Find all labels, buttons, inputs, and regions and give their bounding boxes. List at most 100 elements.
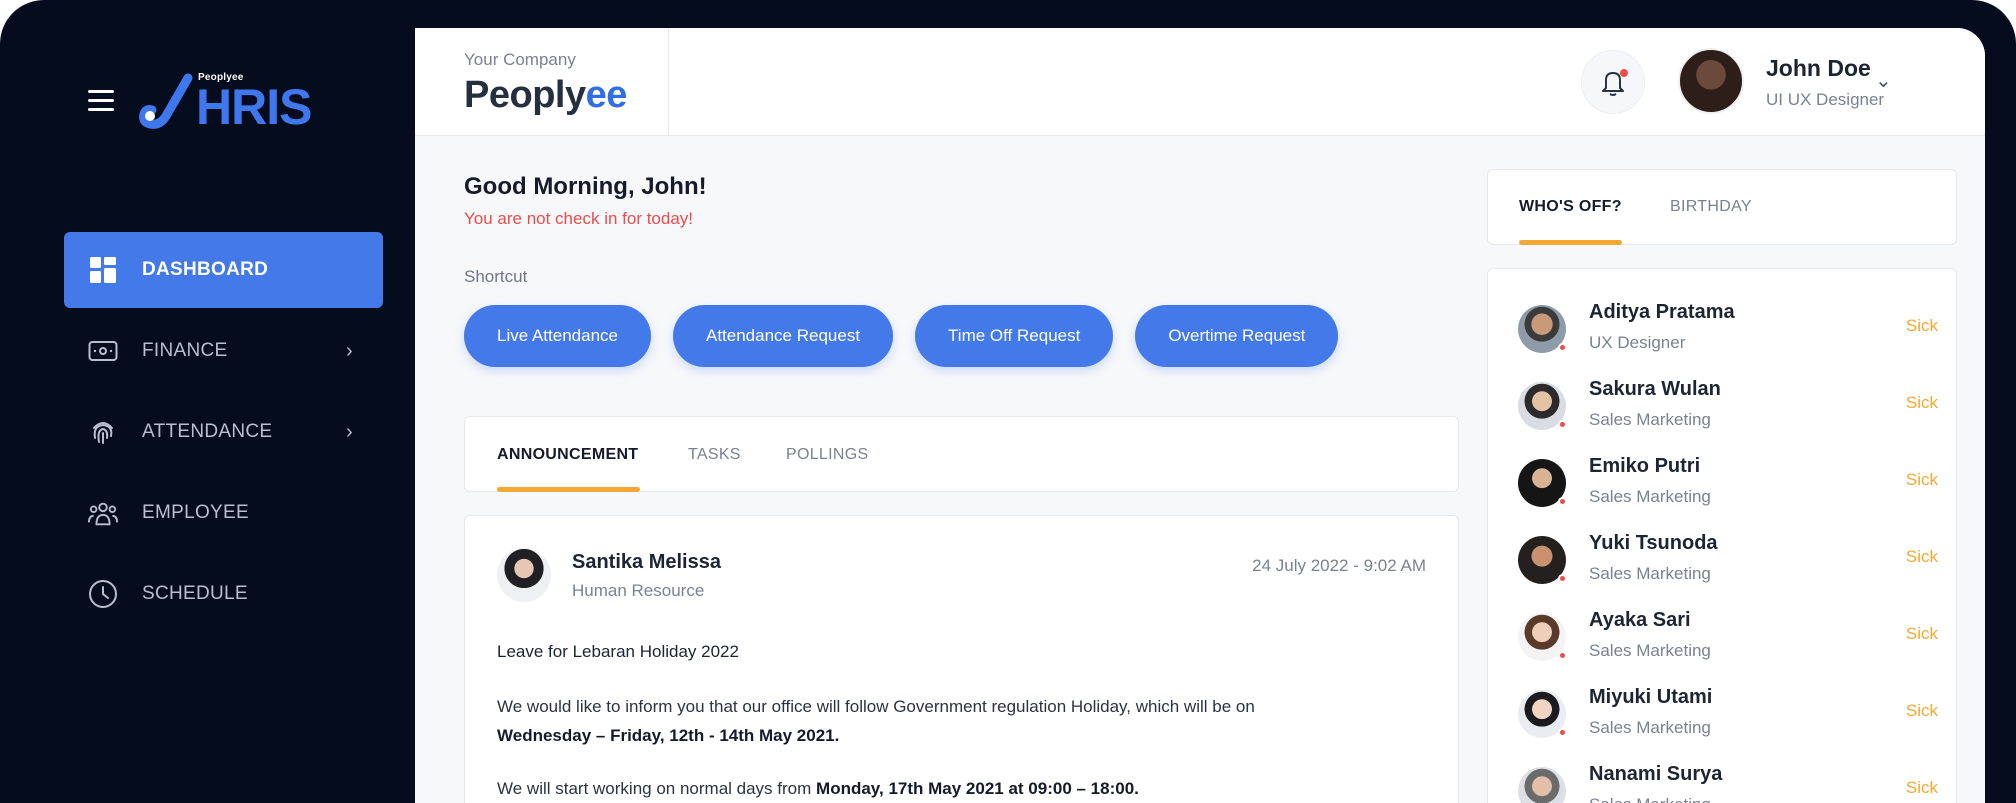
- company-name: Peoplyee: [464, 74, 627, 117]
- status-badge: Sick: [1905, 547, 1938, 566]
- sidebar-item-attendance[interactable]: ATTENDANCE ›: [64, 394, 383, 470]
- employee-role: Sales Marketing: [1589, 718, 1711, 737]
- sidebar-item-label: SCHEDULE: [142, 583, 248, 604]
- company-subtitle: Your Company: [464, 50, 576, 69]
- employee-role: Sales Marketing: [1589, 410, 1711, 429]
- list-item[interactable]: Emiko Putri Sales Marketing Sick: [1518, 455, 1938, 525]
- status-badge: Sick: [1905, 470, 1938, 489]
- live-attendance-button[interactable]: Live Attendance: [464, 305, 651, 367]
- post-title: Leave for Lebaran Holiday 2022: [497, 642, 739, 661]
- status-dot: [1558, 420, 1567, 429]
- chevron-down-icon[interactable]: ⌄: [1875, 68, 1892, 93]
- chevron-right-icon: ›: [346, 421, 353, 443]
- shortcut-title: Shortcut: [464, 267, 528, 286]
- sidebar-item-schedule[interactable]: SCHEDULE: [64, 556, 383, 632]
- list-item[interactable]: Yuki Tsunoda Sales Marketing Sick: [1518, 532, 1938, 602]
- employee-name: Miyuki Utami: [1589, 686, 1713, 708]
- status-badge: Sick: [1905, 624, 1938, 643]
- tab-tasks[interactable]: TASKS: [688, 446, 741, 464]
- checkin-warning: You are not check in for today!: [464, 209, 694, 228]
- content-tabs: ANNOUNCEMENT TASKS POLLINGS: [464, 416, 1459, 492]
- avatar: [1518, 767, 1566, 803]
- post-department: Human Resource: [572, 581, 705, 600]
- post-paragraph: We would like to inform you that our off…: [497, 692, 1427, 750]
- clock-icon: [88, 579, 118, 609]
- active-tab-indicator: [497, 487, 640, 492]
- company-name-part-b: ee: [585, 74, 628, 116]
- tab-pollings[interactable]: POLLINGS: [786, 446, 868, 464]
- logo: Peoplyee HRIS: [138, 68, 338, 135]
- tab-announcement[interactable]: ANNOUNCEMENT: [497, 446, 638, 464]
- sidebar-item-label: FINANCE: [142, 340, 228, 361]
- announcement-card: Santika Melissa Human Resource 24 July 2…: [464, 515, 1459, 803]
- divider: [668, 28, 669, 136]
- list-item[interactable]: Aditya Pratama UX Designer Sick: [1518, 301, 1938, 371]
- people-icon: [88, 498, 118, 528]
- status-dot: [1558, 574, 1567, 583]
- list-item[interactable]: Sakura Wulan Sales Marketing Sick: [1518, 378, 1938, 448]
- employee-role: Sales Marketing: [1589, 795, 1711, 803]
- post-text: We will start working on normal days fro…: [497, 779, 812, 798]
- tab-birthday[interactable]: BIRTHDAY: [1670, 198, 1752, 216]
- brand-name: HRIS: [196, 79, 312, 135]
- status-badge: Sick: [1905, 778, 1938, 797]
- time-off-request-button[interactable]: Time Off Request: [915, 305, 1114, 367]
- fingerprint-icon: [88, 417, 118, 447]
- sidebar: Peoplyee HRIS DASHBOARD FINANCE › ATTEND…: [0, 0, 415, 803]
- active-tab-indicator: [1519, 240, 1622, 245]
- avatar[interactable]: [1678, 48, 1744, 114]
- company-name-part-a: Peoply: [464, 74, 586, 116]
- wallet-icon: [88, 336, 118, 366]
- list-item[interactable]: Miyuki Utami Sales Marketing Sick: [1518, 686, 1938, 756]
- employee-name: Nanami Surya: [1589, 763, 1723, 785]
- whos-off-list: Aditya Pratama UX Designer Sick Sakura W…: [1487, 268, 1957, 803]
- dashboard-icon: [88, 255, 118, 285]
- post-text: We would like to inform you that our off…: [497, 697, 1255, 716]
- status-badge: Sick: [1905, 701, 1938, 720]
- tab-whos-off[interactable]: WHO'S OFF?: [1519, 198, 1622, 216]
- notification-button[interactable]: [1581, 50, 1645, 114]
- post-paragraph: We will start working on normal days fro…: [497, 779, 1139, 799]
- status-badge: Sick: [1905, 393, 1938, 412]
- post-bold-text: Wednesday – Friday, 12th - 14th May 2021…: [497, 726, 840, 745]
- post-date: 24 July 2022 - 9:02 AM: [1252, 556, 1426, 575]
- user-name: John Doe: [1766, 55, 1871, 81]
- sidebar-item-label: EMPLOYEE: [142, 502, 249, 523]
- attendance-request-button[interactable]: Attendance Request: [672, 305, 894, 367]
- employee-role: Sales Marketing: [1589, 641, 1711, 660]
- device-frame: Peoplyee HRIS DASHBOARD FINANCE › ATTEND…: [0, 0, 2016, 803]
- sidebar-item-dashboard[interactable]: DASHBOARD: [64, 232, 383, 308]
- shortcut-group: Live Attendance Attendance Request Time …: [464, 305, 1339, 367]
- employee-name: Aditya Pratama: [1589, 301, 1735, 323]
- sidebar-item-label: DASHBOARD: [142, 259, 269, 280]
- sidebar-nav: DASHBOARD FINANCE › ATTENDANCE › EMPLOYE…: [64, 232, 383, 637]
- status-dot: [1558, 728, 1567, 737]
- main-app: Your Company Peoplyee John Doe UI UX Des…: [415, 28, 1985, 803]
- sidebar-item-finance[interactable]: FINANCE ›: [64, 313, 383, 389]
- sidebar-item-label: ATTENDANCE: [142, 421, 273, 442]
- greeting: Good Morning, John!: [464, 173, 707, 200]
- employee-name: Yuki Tsunoda: [1589, 532, 1718, 554]
- employee-name: Sakura Wulan: [1589, 378, 1721, 400]
- menu-icon[interactable]: [88, 90, 114, 112]
- top-bar: Your Company Peoplyee John Doe UI UX Des…: [415, 28, 1985, 136]
- avatar: [497, 548, 551, 602]
- employee-role: UX Designer: [1589, 333, 1686, 352]
- status-dot: [1558, 343, 1567, 352]
- status-dot: [1558, 651, 1567, 660]
- employee-role: Sales Marketing: [1589, 564, 1711, 583]
- employee-name: Ayaka Sari: [1589, 609, 1691, 631]
- employee-name: Emiko Putri: [1589, 455, 1701, 477]
- company-block: Your Company Peoplyee: [464, 50, 627, 117]
- list-item[interactable]: Ayaka Sari Sales Marketing Sick: [1518, 609, 1938, 679]
- status-badge: Sick: [1905, 316, 1938, 335]
- logo-mark-icon: [139, 73, 193, 129]
- post-bold-text: Monday, 17th May 2021 at 09:00 – 18:00.: [816, 779, 1139, 798]
- user-role: UI UX Designer: [1766, 90, 1885, 109]
- overtime-request-button[interactable]: Overtime Request: [1135, 305, 1339, 367]
- notification-dot: [1620, 69, 1628, 77]
- side-tabs: WHO'S OFF? BIRTHDAY: [1487, 169, 1957, 245]
- sidebar-item-employee[interactable]: EMPLOYEE: [64, 475, 383, 551]
- list-item[interactable]: Nanami Surya Sales Marketing Sick: [1518, 763, 1938, 803]
- chevron-right-icon: ›: [346, 340, 353, 362]
